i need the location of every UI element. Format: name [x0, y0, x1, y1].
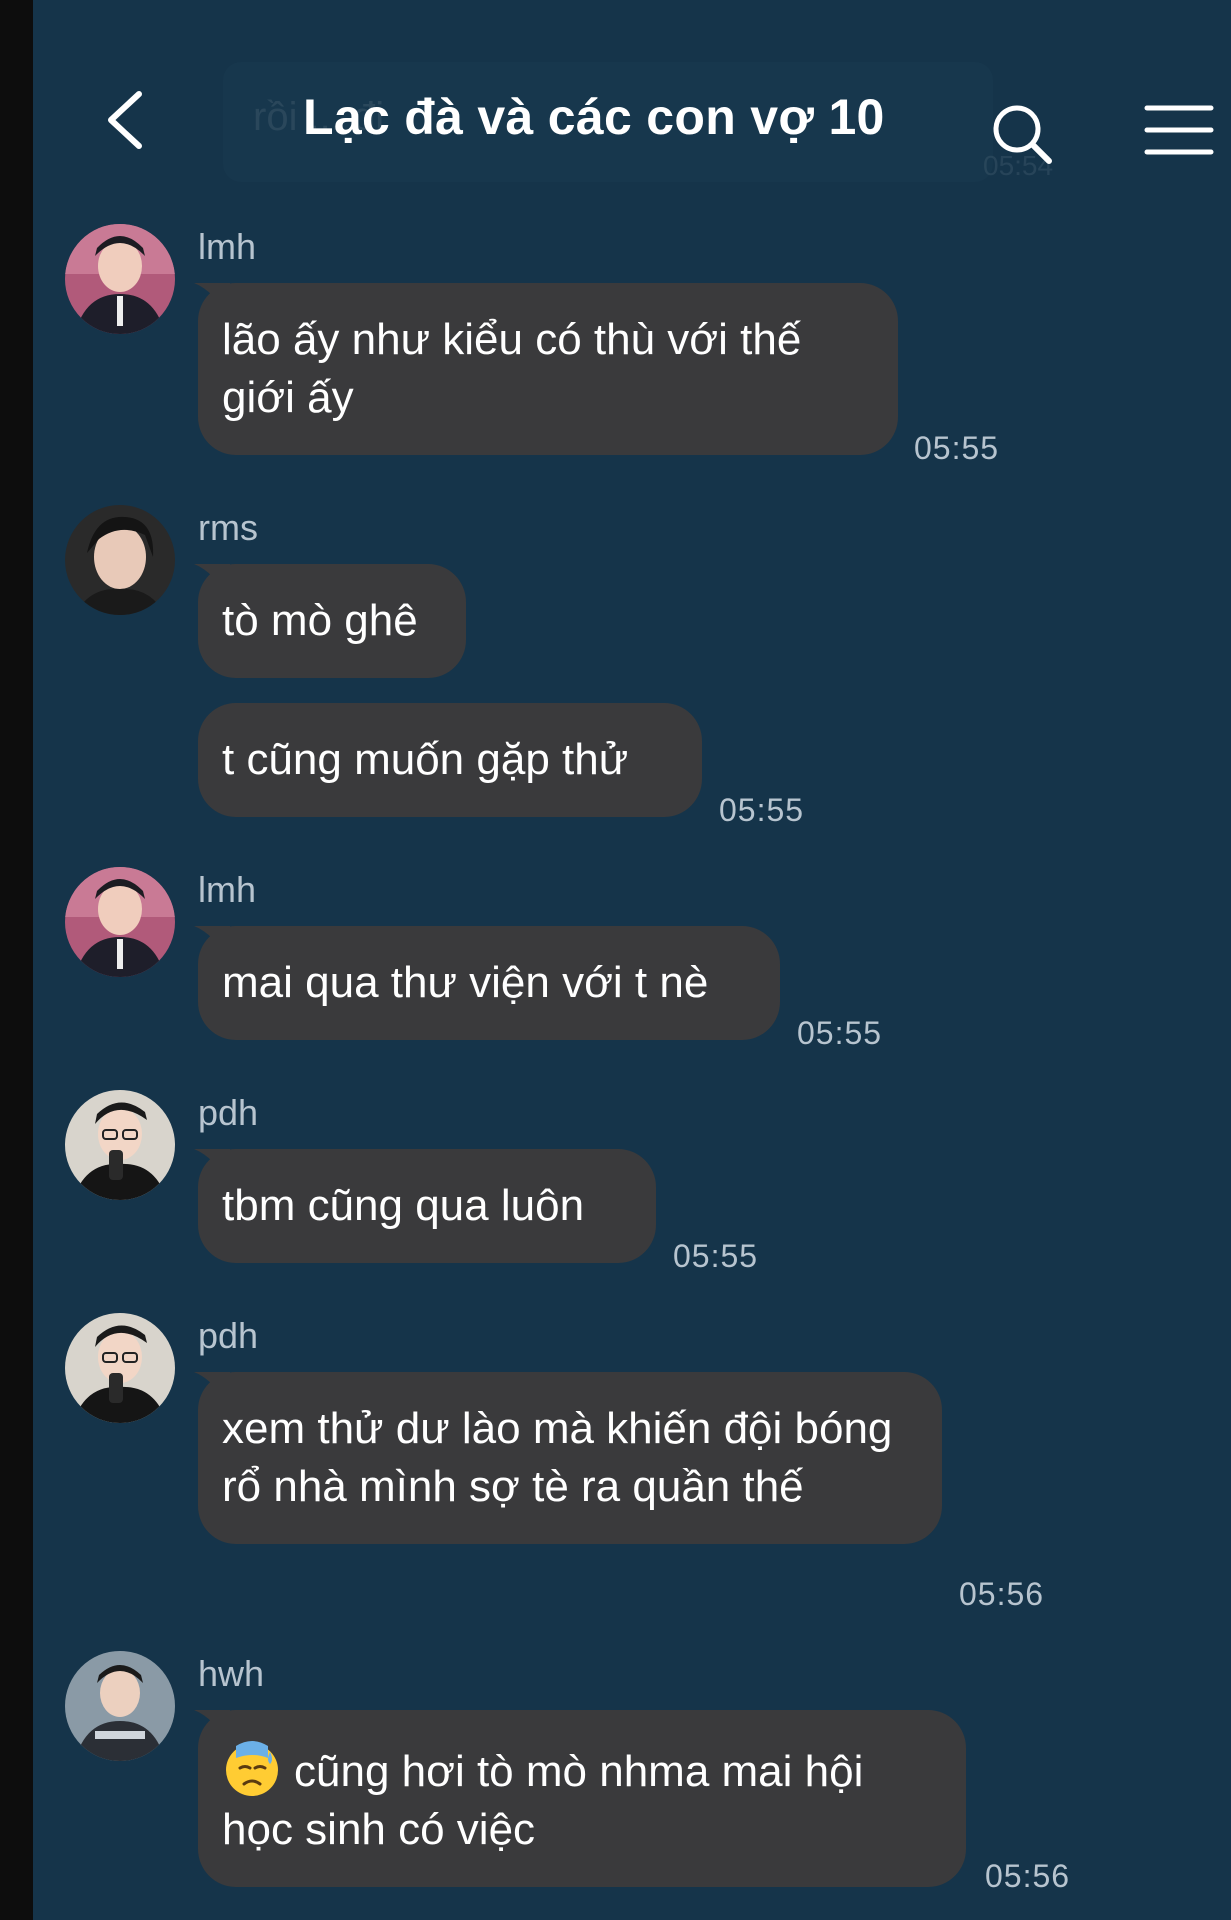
bubble-tail	[194, 564, 230, 600]
chat-header: rồi ... đi 05:54 Lạc đà và các con vợ 10	[33, 0, 1231, 200]
avatar-portrait-icon	[65, 1313, 175, 1423]
message-bubble[interactable]: tò mò ghê	[194, 564, 466, 678]
message-bubble[interactable]: xem thử dư lào mà khiến đội bóng rổ nhà …	[194, 1372, 942, 1544]
avatar-portrait-icon	[65, 1090, 175, 1200]
message-bubble[interactable]: t cũng muốn gặp thử	[198, 703, 702, 817]
message-bubble[interactable]: tbm cũng qua luôn	[194, 1149, 656, 1263]
message-time: 05:56	[985, 1858, 1071, 1894]
message-bubble[interactable]: cũng hơi tò mò nhma mai hội học sinh có …	[194, 1710, 966, 1887]
avatar-lmh[interactable]	[65, 224, 175, 334]
message-text: xem thử dư lào mà khiến đội bóng rổ nhà …	[222, 1404, 893, 1511]
sender-name: lmh	[198, 226, 257, 267]
message-text: lão ấy như kiểu có thù với thế giới ấy	[222, 315, 802, 422]
search-icon	[993, 105, 1052, 164]
bubble-tail	[194, 283, 230, 319]
avatar-pdh[interactable]	[65, 1090, 175, 1200]
message-time: 05:55	[673, 1238, 759, 1274]
message-time: 05:55	[719, 792, 805, 828]
bubble-tail	[194, 1372, 230, 1408]
message-text: tò mò ghê	[222, 596, 418, 645]
message-text: mai qua thư viện với t nè	[222, 958, 709, 1007]
sender-name: pdh	[198, 1315, 259, 1356]
menu-button[interactable]	[1143, 100, 1215, 160]
screen-edge	[0, 0, 33, 1920]
sender-name: hwh	[198, 1653, 265, 1694]
message-text: t cũng muốn gặp thử	[222, 735, 629, 784]
message-time: 05:55	[914, 430, 1000, 466]
avatar-portrait-icon	[65, 867, 175, 977]
search-button[interactable]	[983, 95, 1063, 175]
avatar-hwh[interactable]	[65, 1651, 175, 1761]
avatar-portrait-icon	[65, 224, 175, 334]
avatar-rms[interactable]	[65, 505, 175, 615]
chat-title[interactable]: Lạc đà và các con vợ 10	[303, 88, 963, 146]
message-time: 05:56	[959, 1576, 1045, 1612]
back-button[interactable]	[95, 80, 155, 160]
avatar-lmh[interactable]	[65, 867, 175, 977]
avatar-portrait-icon	[65, 505, 175, 615]
downcast-sweat-face-icon	[226, 1741, 278, 1796]
sender-name: pdh	[198, 1092, 259, 1133]
hamburger-menu-icon	[1144, 105, 1214, 155]
bubble-tail	[194, 1149, 230, 1185]
bubble-tail	[194, 1710, 230, 1746]
sender-name: rms	[198, 507, 258, 548]
avatar-pdh[interactable]	[65, 1313, 175, 1423]
message-text: cũng hơi tò mò nhma mai hội học sinh có …	[222, 1747, 864, 1854]
chevron-left-icon	[108, 91, 142, 149]
message-time: 05:55	[797, 1015, 883, 1051]
bubble-tail	[194, 926, 230, 962]
sender-name: lmh	[198, 869, 257, 910]
message-bubble[interactable]: lão ấy như kiểu có thù với thế giới ấy	[194, 283, 898, 455]
message-bubble[interactable]: mai qua thư viện với t nè	[194, 926, 780, 1040]
avatar-portrait-icon	[65, 1651, 175, 1761]
message-text: tbm cũng qua luôn	[222, 1181, 585, 1230]
